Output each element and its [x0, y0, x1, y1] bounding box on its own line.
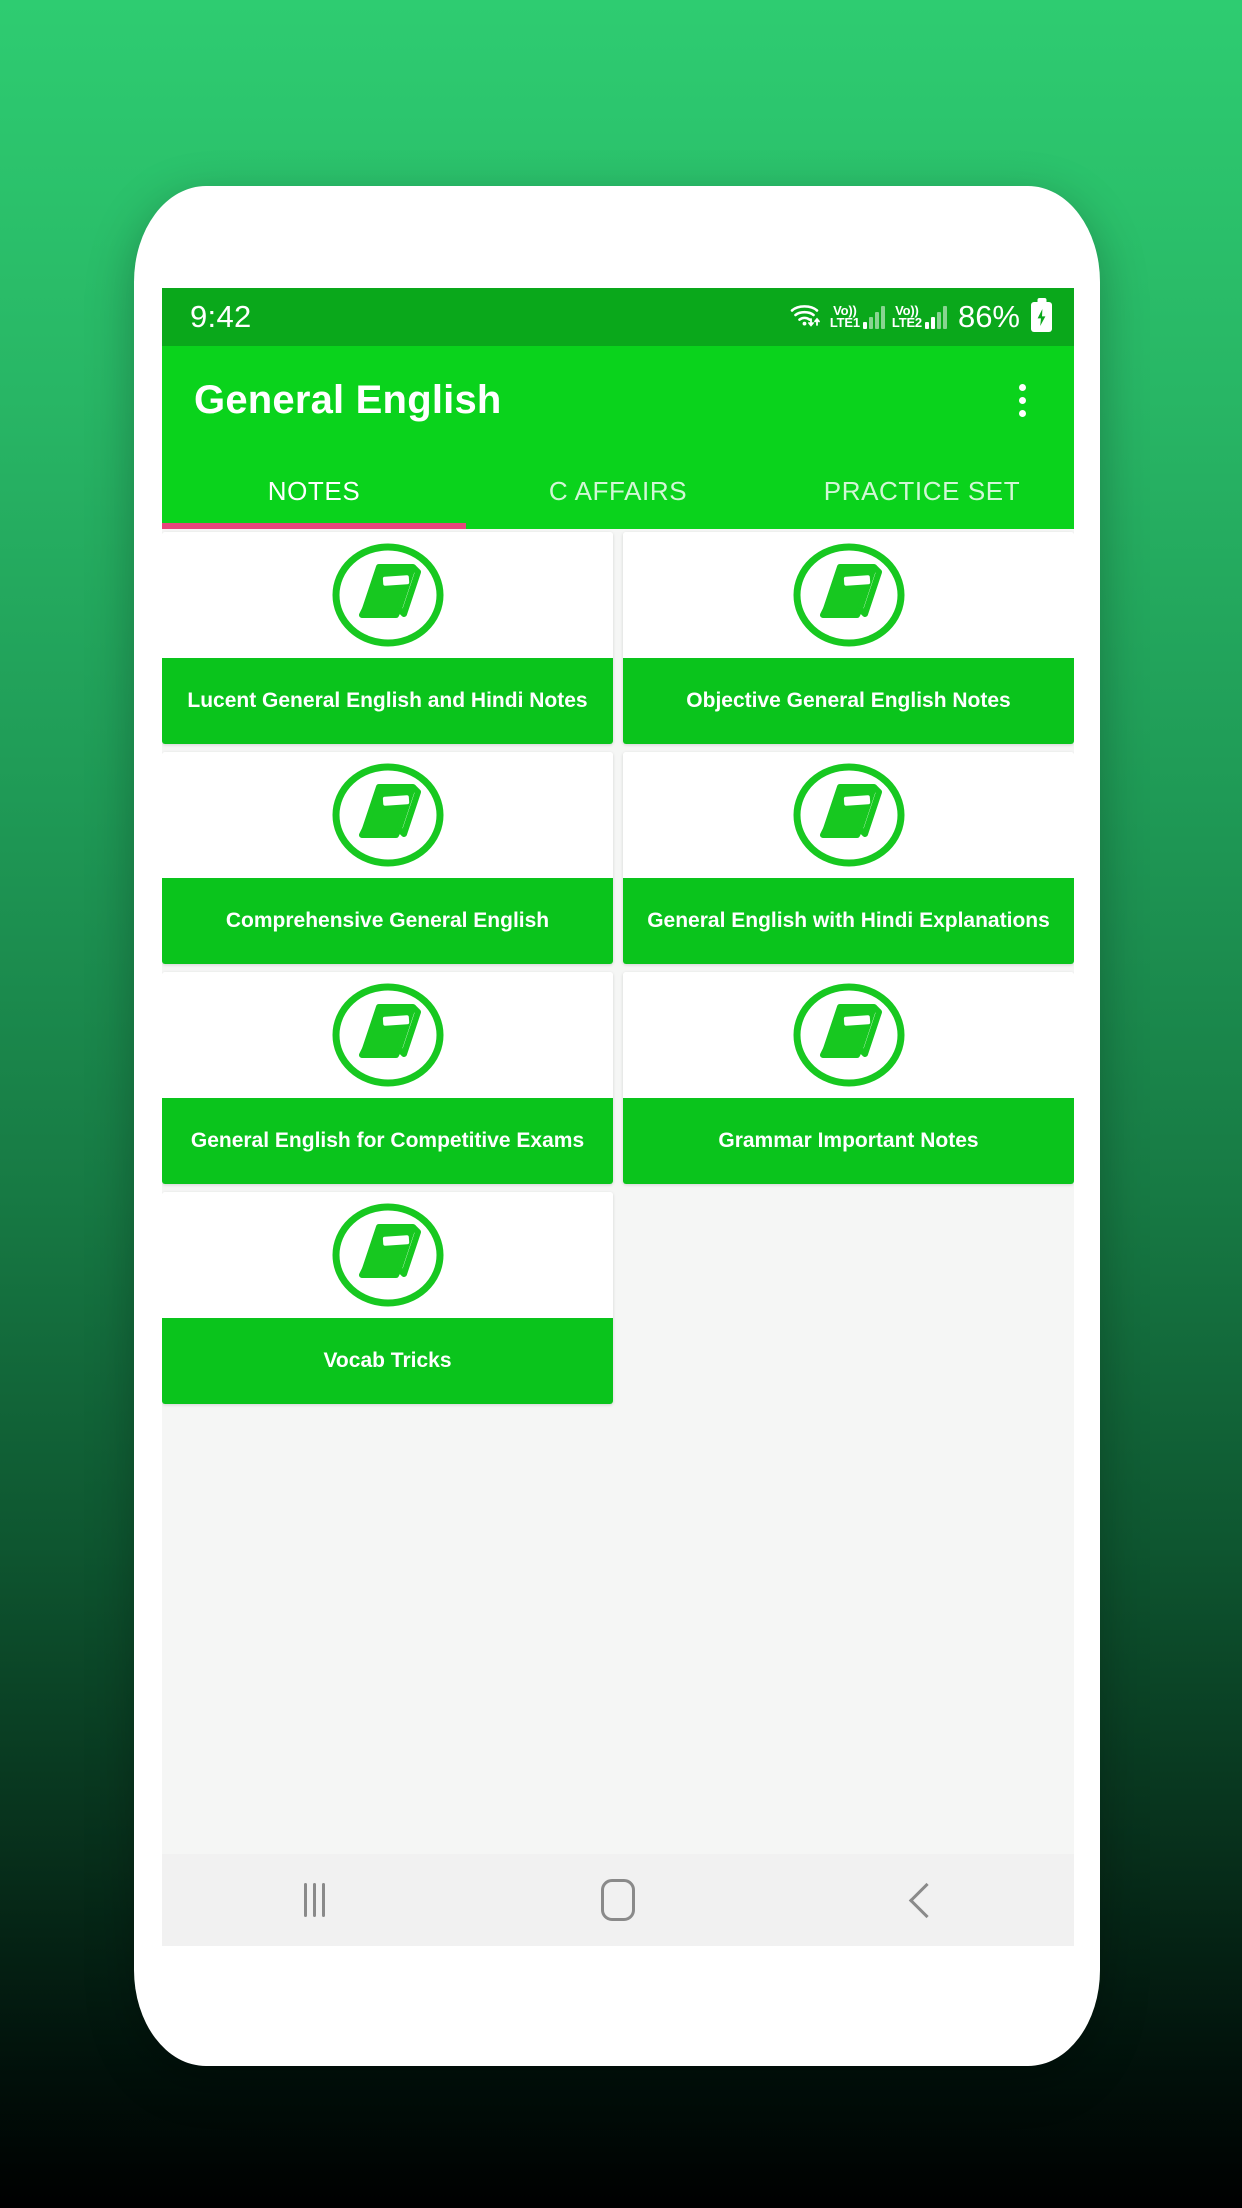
tab-notes[interactable]: NOTES: [162, 454, 466, 529]
note-card[interactable]: Lucent General English and Hindi Notes: [162, 532, 613, 744]
app-toolbar: General English: [162, 346, 1074, 454]
grid-empty-slot: [623, 1192, 1074, 1404]
book-circle-icon: [790, 539, 908, 651]
note-card-icon-area: [162, 532, 613, 658]
sim2-volte-badge: Vo)) LTE2: [891, 304, 922, 331]
sim2-volte-bottom: LTE2: [891, 315, 922, 331]
note-card-label: Grammar Important Notes: [623, 1098, 1074, 1184]
tab-c-affairs-label: C AFFAIRS: [548, 476, 688, 506]
note-card-label: Vocab Tricks: [162, 1318, 613, 1404]
back-button[interactable]: [862, 1854, 982, 1946]
sim1-signal-group: Vo)) LTE1: [829, 304, 885, 331]
tab-bar: NOTES C AFFAIRS PRACTICE SET: [162, 454, 1074, 529]
wifi-icon: [789, 301, 823, 334]
sim1-volte-badge: Vo)) LTE1: [829, 304, 860, 331]
note-card-icon-area: [162, 1192, 613, 1318]
home-icon: [601, 1879, 635, 1921]
tab-c-affairs[interactable]: C AFFAIRS: [466, 454, 770, 529]
status-bar-clock: 9:42: [190, 299, 252, 334]
recents-icon: [303, 1883, 325, 1917]
home-button[interactable]: [558, 1854, 678, 1946]
system-navigation-bar: [162, 1854, 1074, 1946]
battery-percent-label: 86%: [957, 299, 1020, 334]
note-card[interactable]: Vocab Tricks: [162, 1192, 613, 1404]
notes-grid: Lucent General English and Hindi Notes O…: [162, 529, 1074, 1869]
book-circle-icon: [790, 979, 908, 1091]
note-card[interactable]: Grammar Important Notes: [623, 972, 1074, 1184]
note-card[interactable]: Comprehensive General English: [162, 752, 613, 964]
note-card-label: General English with Hindi Explanations: [623, 878, 1074, 964]
note-card-icon-area: [623, 972, 1074, 1098]
status-bar-icons: Vo)) LTE1 Vo)) LTE2 86%: [789, 299, 1052, 335]
note-card-icon-area: [162, 752, 613, 878]
back-icon: [908, 1882, 944, 1918]
book-circle-icon: [329, 759, 447, 871]
book-circle-icon: [329, 539, 447, 651]
tab-practice-set[interactable]: PRACTICE SET: [770, 454, 1074, 529]
book-circle-icon: [790, 759, 908, 871]
note-card-icon-area: [623, 752, 1074, 878]
recents-button[interactable]: [254, 1854, 374, 1946]
sim1-signal-bars-icon: [862, 305, 885, 329]
note-card[interactable]: General English with Hindi Explanations: [623, 752, 1074, 964]
phone-screen: 9:42 Vo)) LTE1 Vo)) LTE2 86% General Eng…: [162, 288, 1074, 1946]
tab-practice-set-label: PRACTICE SET: [823, 476, 1021, 506]
note-card-label: Lucent General English and Hindi Notes: [162, 658, 613, 744]
sim1-volte-bottom: LTE1: [829, 315, 860, 331]
status-bar: 9:42 Vo)) LTE1 Vo)) LTE2 86%: [162, 288, 1074, 346]
book-circle-icon: [329, 979, 447, 1091]
sim2-signal-group: Vo)) LTE2: [891, 304, 947, 331]
note-card[interactable]: Objective General English Notes: [623, 532, 1074, 744]
battery-charging-icon: [1031, 302, 1052, 332]
note-card-icon-area: [162, 972, 613, 1098]
note-card-label: Objective General English Notes: [623, 658, 1074, 744]
page-title: General English: [194, 377, 502, 422]
note-card[interactable]: General English for Competitive Exams: [162, 972, 613, 1184]
book-circle-icon: [329, 1199, 447, 1311]
sim2-signal-bars-icon: [924, 305, 947, 329]
note-card-label: General English for Competitive Exams: [162, 1098, 613, 1184]
note-card-label: Comprehensive General English: [162, 878, 613, 964]
tab-notes-label: NOTES: [267, 476, 361, 506]
note-card-icon-area: [623, 532, 1074, 658]
overflow-menu-icon[interactable]: [996, 370, 1048, 430]
